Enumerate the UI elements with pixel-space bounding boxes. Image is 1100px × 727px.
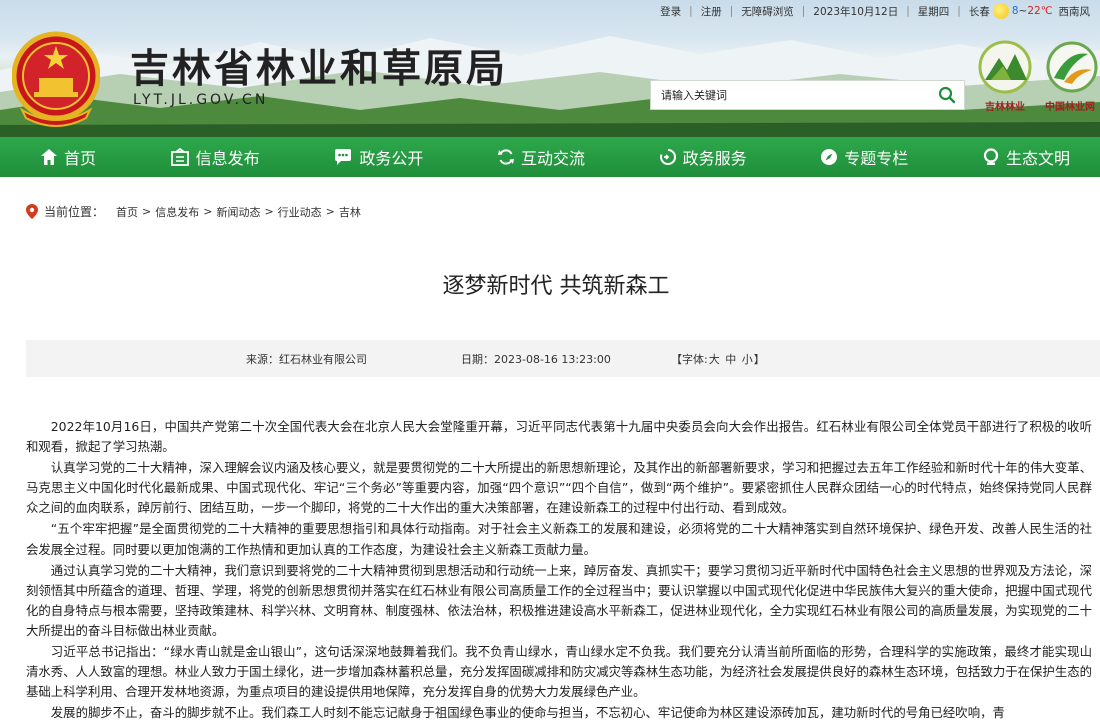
- article-paragraph: 2022年10月16日，中国共产党第二十次全国代表大会在北京人民大会堂隆重开幕，…: [26, 419, 1092, 455]
- nav-eco-civilization[interactable]: 生态文明: [982, 145, 1070, 169]
- article-source: 来源：红石林业有限公司: [246, 351, 367, 367]
- china-forestry-logo-icon: [1046, 41, 1098, 93]
- breadcrumb: 当前位置： 首页 > 信息发布 > 新闻动态 > 行业动态 > 吉林: [26, 203, 361, 220]
- chat-icon: [335, 149, 352, 165]
- register-link[interactable]: 注册: [701, 4, 722, 19]
- site-domain: LYT.JL.GOV.CN: [133, 92, 269, 108]
- search-button[interactable]: [930, 81, 964, 109]
- login-link[interactable]: 登录: [660, 4, 681, 19]
- refresh-icon: [497, 149, 514, 165]
- temp-low: 8: [1011, 5, 1019, 17]
- national-emblem-icon: [12, 31, 100, 127]
- nav-label: 信息发布: [195, 149, 260, 168]
- source-value: 红石林业有限公司: [279, 352, 367, 366]
- nav-label: 政务公开: [359, 149, 424, 168]
- service-icon: [659, 148, 676, 165]
- breadcrumb-jilin[interactable]: 吉林: [339, 204, 361, 220]
- wind-direction: 西南风: [1058, 5, 1091, 18]
- search-box: [650, 80, 965, 110]
- search-icon: [938, 86, 956, 104]
- leaf-icon: [983, 148, 999, 165]
- breadcrumb-separator: >: [325, 205, 335, 218]
- nav-home[interactable]: 首页: [40, 145, 96, 169]
- article-meta-bar: 来源：红石林业有限公司 日期：2023-08-16 13:23:00 【字体:大…: [26, 340, 1100, 377]
- article-paragraph: 习近平总书记指出：“绿水青山就是金山银山”，这句话深深地鼓舞着我们。我不负青山绿…: [26, 644, 1092, 700]
- nav-label: 互动交流: [520, 149, 585, 168]
- nav-interaction[interactable]: 互动交流: [497, 145, 585, 169]
- breadcrumb-separator: >: [203, 205, 213, 218]
- china-forestry-logo-text: 中国林业网: [1045, 102, 1095, 113]
- breadcrumb-separator: >: [142, 205, 152, 218]
- date-value: 2023-08-16 13:23:00: [494, 352, 611, 366]
- accessible-browse-link[interactable]: 无障碍浏览: [741, 4, 794, 19]
- breadcrumb-label: 当前位置：: [44, 205, 105, 219]
- date-label: 日期：: [461, 352, 494, 366]
- article-body: 2022年10月16日，中国共产党第二十次全国代表大会在北京人民大会堂隆重开幕，…: [26, 417, 1092, 724]
- nav-gov-service[interactable]: 政务服务: [659, 145, 747, 169]
- home-icon: [41, 149, 57, 165]
- source-label: 来源：: [246, 352, 279, 366]
- jilin-forestry-logo-text: 吉林林业: [985, 102, 1025, 113]
- weekday: 星期四: [917, 5, 950, 18]
- nav-special-column[interactable]: 专题专栏: [820, 145, 908, 169]
- font-size-switcher: 【字体:大 中 小】: [671, 351, 765, 367]
- breadcrumb-info-release[interactable]: 信息发布: [155, 204, 199, 220]
- site-title: 吉林省林业和草原局: [130, 46, 509, 92]
- china-forestry-logo[interactable]: 中国林业网: [1040, 40, 1100, 113]
- font-medium-button[interactable]: 中: [725, 353, 736, 366]
- compass-icon: [821, 149, 838, 165]
- nav-label: 专题专栏: [844, 149, 909, 168]
- main-nav: 首页 信息发布 政务公开 互动交流 政务服务 专题专栏 生态文明: [0, 137, 1100, 177]
- font-small-button[interactable]: 小: [742, 353, 753, 366]
- location-pin-icon: [26, 204, 38, 219]
- article-title: 逐梦新时代 共筑新森工: [442, 274, 670, 299]
- breadcrumb-separator: >: [264, 205, 274, 218]
- breadcrumb-industry[interactable]: 行业动态: [278, 204, 322, 220]
- header-banner: 登录 | 注册 | 无障碍浏览 | 2023年10月12日 | 星期四 | 长春…: [0, 0, 1100, 137]
- article-paragraph: 通过认真学习党的二十大精神，我们意识到要将党的二十大精神贯彻到思想活动和行动统一…: [26, 562, 1092, 638]
- temp-high: 22℃: [1027, 5, 1053, 17]
- jilin-forestry-logo[interactable]: 吉林林业: [975, 40, 1035, 113]
- breadcrumb-home[interactable]: 首页: [116, 204, 138, 220]
- current-date: 2023年10月12日: [813, 5, 899, 18]
- font-large-button[interactable]: 大: [709, 353, 720, 366]
- nav-label: 生态文明: [1005, 149, 1070, 168]
- nav-info-release[interactable]: 信息发布: [170, 145, 260, 169]
- temp-separator: ~: [1018, 5, 1028, 17]
- font-suffix: 】: [753, 352, 765, 366]
- weather-city: 长春: [968, 5, 990, 18]
- jilin-forestry-logo-icon: [978, 40, 1032, 94]
- font-prefix: 【字体:: [671, 352, 708, 366]
- sun-icon: [992, 3, 1009, 19]
- nav-label: 首页: [64, 149, 97, 168]
- article-date: 日期：2023-08-16 13:23:00: [461, 351, 611, 367]
- nav-gov-open[interactable]: 政务公开: [333, 145, 423, 169]
- nav-label: 政务服务: [682, 149, 747, 168]
- article-paragraph: “五个牢牢把握”是全面贯彻党的二十大精神的重要思想指引和具体行动指南。对于社会主…: [26, 521, 1092, 557]
- article-paragraph: 认真学习党的二十大精神，深入理解会议内涵及核心要义，就是要贯彻党的二十大所提出的…: [26, 460, 1092, 516]
- article-paragraph: 发展的脚步不止，奋斗的脚步就不止。我们森工人时刻不能忘记献身于祖国绿色事业的使命…: [50, 705, 1005, 721]
- info-icon: [170, 148, 189, 166]
- search-input[interactable]: [651, 81, 930, 109]
- breadcrumb-news[interactable]: 新闻动态: [216, 204, 260, 220]
- top-utility-bar: 登录 | 注册 | 无障碍浏览 | 2023年10月12日 | 星期四 | 长春…: [660, 3, 1091, 19]
